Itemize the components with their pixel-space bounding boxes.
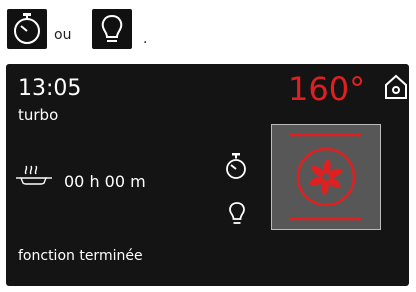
bulb-key-icon [92,9,132,49]
fan-mode-panel[interactable] [271,124,381,230]
sentence-period: . [143,31,148,47]
fan-icon [290,133,362,221]
temperature-readout[interactable]: 160° [288,70,365,108]
or-text: ou [54,27,72,43]
bulb-icon[interactable] [228,201,246,227]
pan-icon [16,164,52,190]
oven-display: 13:05 turbo 160° 00 h 00 m fonction term… [6,64,409,286]
timer-key-icon [7,9,47,49]
home-icon[interactable] [384,74,408,100]
timer-icon[interactable] [224,152,248,182]
instruction-strip: ou . [0,0,416,58]
status-message: fonction terminée [18,248,143,264]
clock-time: 13:05 [18,76,82,101]
cooking-mode: turbo [18,106,59,124]
duration-readout[interactable]: 00 h 00 m [64,172,146,191]
